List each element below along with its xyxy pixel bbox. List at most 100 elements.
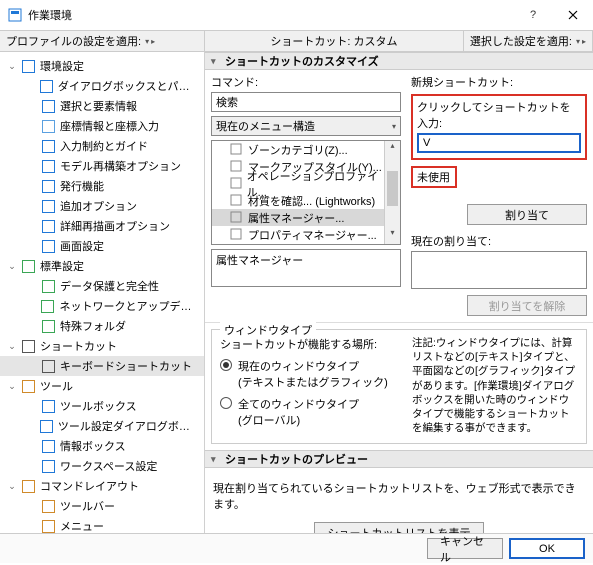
chevron-right-icon: ▸ [582,37,586,46]
command-list-item[interactable]: オペレーションプロファイル... [212,175,384,192]
tree-item-icon [40,218,56,234]
command-icon [230,177,243,191]
section-customize-header[interactable]: ▾ ショートカットのカスタマイズ [205,52,593,70]
assign-button[interactable]: 割り当て [467,204,587,225]
tree-item-label: 選択と要素情報 [60,98,137,114]
tree-item[interactable]: ワークスペース設定 [0,456,204,476]
tree-item[interactable]: ダイアログボックスとパレット [0,76,204,96]
window-type-group: ウィンドウタイプ ショートカットが機能する場所: 現在のウィンドウタイプ (テキ… [211,329,587,444]
command-list-item[interactable]: 材質を確認... (Lightworks) [212,192,384,209]
shortcut-scheme-label: ショートカット: カスタム [205,31,464,51]
tree-item[interactable]: ツール設定ダイアログボックス [0,416,204,436]
tree-item-label: ワークスペース設定 [60,458,157,474]
tree-item-icon [40,98,56,114]
ok-button[interactable]: OK [509,538,585,559]
tree-item[interactable]: 詳細再描画オプション [0,216,204,236]
command-list-item[interactable]: 属性マネージャー... [212,209,384,226]
new-shortcut-label: 新規ショートカット: [411,74,513,90]
tree-item-label: ツールバー [60,498,115,514]
tree-item-label: 画面設定 [60,238,104,254]
shortcut-status: 未使用 [417,172,450,184]
tree-item-label: ショートカット [40,338,117,354]
tree-item-label: 追加オプション [60,198,137,214]
tree-item-label: 発行機能 [60,178,104,194]
tree-item[interactable]: ⌄ショートカット [0,336,204,356]
section-preview-title: ショートカットのプレビュー [225,451,368,467]
tree-item-icon [40,458,56,474]
section-customize-title: ショートカットのカスタマイズ [225,53,379,69]
help-button[interactable]: ? [513,0,553,30]
tree-item[interactable]: メニュー [0,516,204,533]
expand-icon: ⌄ [6,61,18,72]
scrollbar[interactable]: ▴ ▾ [384,141,400,244]
radio-checked-icon [220,359,232,371]
tree-item-icon [40,318,56,334]
radio-all-windows[interactable]: 全てのウィンドウタイプ (グローバル) [220,396,400,428]
topbar: プロファイルの設定を適用: ▾ ▸ ショートカット: カスタム 選択した設定を適… [0,30,593,52]
chevron-down-icon: ▾ [145,37,149,46]
tree-item[interactable]: ⌄標準設定 [0,256,204,276]
tree-item-label: 標準設定 [40,258,84,274]
unassign-button[interactable]: 割り当てを解除 [467,295,587,316]
tree-item[interactable]: キーボードショートカット [0,356,204,376]
window-type-note: 注記:ウィンドウタイプには、計算リストなどの[テキスト]タイプと、平面図などの[… [412,336,578,435]
command-search-input[interactable] [211,92,401,112]
command-list-item[interactable]: プロパティマネージャー... [212,226,384,243]
tree-item[interactable]: ⌄環境設定 [0,56,204,76]
tree-item[interactable]: 画面設定 [0,236,204,256]
tree-item[interactable]: モデル再構築オプション [0,156,204,176]
tree-item-icon [40,278,56,294]
tree-item[interactable]: ツールボックス [0,396,204,416]
tree-item-icon [40,398,56,414]
tree-item[interactable]: データ保護と完全性 [0,276,204,296]
show-shortcut-list-button[interactable]: ショートカットリストを表示 [314,522,484,533]
tree-item[interactable]: 入力制約とガイド [0,136,204,156]
current-assignment-list[interactable] [411,251,587,289]
window-type-sub: ショートカットが機能する場所: [220,336,400,352]
tree-item[interactable]: ⌄コマンドレイアウト [0,476,204,496]
tree-item[interactable]: 情報ボックス [0,436,204,456]
tree-item-icon [20,478,36,494]
apply-settings-label: 選択した設定を適用: [470,33,572,49]
command-list[interactable]: ゾーンカテゴリ(Z)...マークアップスタイル(Y)...オペレーションプロファ… [211,140,401,245]
scroll-down-icon[interactable]: ▾ [385,228,400,244]
close-button[interactable] [553,0,593,30]
section-preview-header[interactable]: ▾ ショートカットのプレビュー [205,450,593,468]
category-tree[interactable]: ⌄環境設定ダイアログボックスとパレット選択と要素情報座標情報と座標入力入力制約と… [0,52,205,533]
tree-item-icon [40,198,56,214]
radio-current-window[interactable]: 現在のウィンドウタイプ (テキストまたはグラフィック) [220,358,400,390]
tree-item-icon [40,178,56,194]
tree-item[interactable]: ツールバー [0,496,204,516]
tree-item[interactable]: 選択と要素情報 [0,96,204,116]
tree-item-icon [40,518,56,533]
scrollbar-thumb[interactable] [387,171,398,206]
command-item-label: プロパティマネージャー... [248,227,377,243]
shortcut-input-hint: クリックしてショートカットを入力: [417,102,571,130]
collapse-icon: ▾ [211,454,223,465]
command-item-label: 属性マネージャー... [248,210,344,226]
scroll-up-icon[interactable]: ▴ [385,141,400,157]
command-list-item[interactable]: ゾーンカテゴリ(Z)... [212,141,384,158]
command-item-label: ゾーンカテゴリ(Z)... [248,142,348,158]
expand-icon: ⌄ [6,381,18,392]
tree-item-icon [40,358,56,374]
tree-item[interactable]: ⌄ツール [0,376,204,396]
tree-item[interactable]: 特殊フォルダ [0,316,204,336]
command-scope-combo[interactable]: 現在のメニュー構造 ▾ [211,116,401,136]
apply-settings-dropdown[interactable]: 選択した設定を適用: ▾ ▸ [464,31,593,51]
cancel-button[interactable]: キャンセル [427,538,503,559]
tree-item[interactable]: 座標情報と座標入力 [0,116,204,136]
command-icon [230,194,244,208]
tree-item[interactable]: ネットワークとアップデート [0,296,204,316]
tree-item-icon [40,298,56,314]
tree-item-icon [40,238,56,254]
tree-item[interactable]: 追加オプション [0,196,204,216]
command-icon [230,160,244,174]
tree-item-label: モデル再構築オプション [60,158,181,174]
expand-icon: ⌄ [6,481,18,492]
profile-apply-dropdown[interactable]: プロファイルの設定を適用: ▾ ▸ [0,31,205,51]
shortcut-input[interactable] [417,133,581,153]
tree-item-icon [39,418,54,434]
tree-item[interactable]: 発行機能 [0,176,204,196]
tree-item-icon [40,158,56,174]
